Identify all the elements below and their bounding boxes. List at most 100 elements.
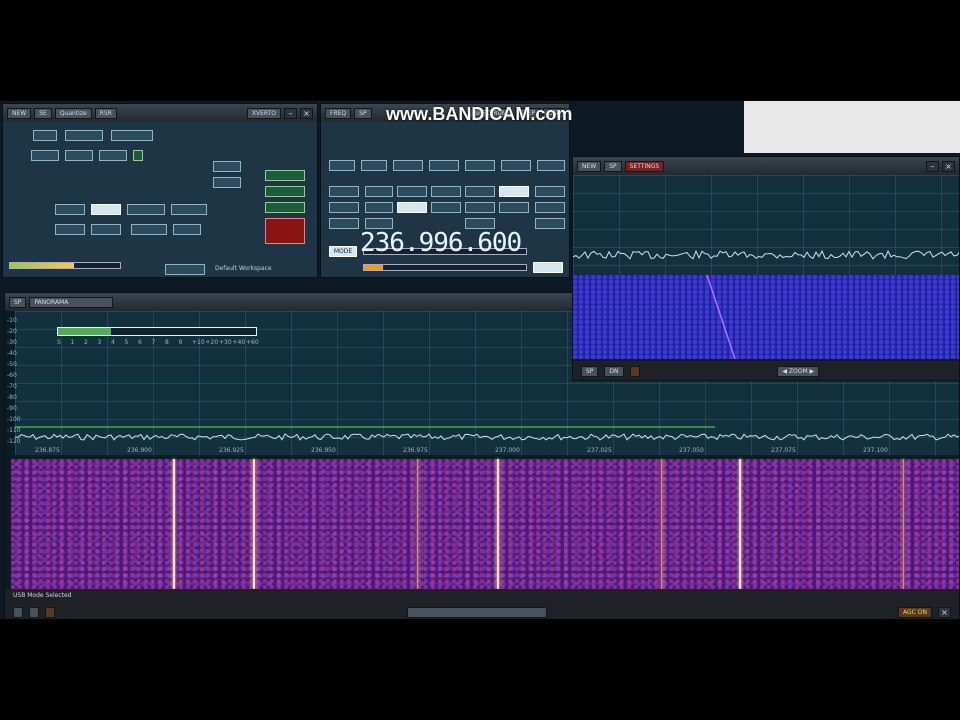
s-meter-tick: 6 (138, 339, 142, 346)
dn-button[interactable]: DN (604, 366, 624, 377)
control-button[interactable] (397, 202, 427, 213)
control-button[interactable] (465, 160, 495, 171)
control-button[interactable] (361, 160, 387, 171)
frequency-tick-label: 236.875 (35, 447, 60, 454)
control-button[interactable] (431, 202, 461, 213)
control-button[interactable] (99, 150, 127, 161)
new-button[interactable]: NEW (7, 107, 32, 119)
db-tick-label: -60 (7, 372, 17, 379)
frequency-tick-label: 237.100 (863, 447, 888, 454)
control-button[interactable] (533, 262, 563, 273)
toolbar-button[interactable] (13, 606, 23, 618)
toolbar-button[interactable] (45, 606, 55, 618)
mode-button[interactable]: MODE (329, 246, 357, 257)
toolbar-button[interactable] (629, 366, 640, 377)
status-text: USB Mode Selected (13, 592, 72, 599)
frequency-tick-label: 237.025 (587, 447, 612, 454)
control-button[interactable] (131, 224, 167, 235)
workspace-label: Default Workspace (215, 265, 272, 272)
record-button[interactable] (265, 218, 305, 244)
db-tick-label: -120 (7, 438, 21, 445)
control-button[interactable] (501, 160, 531, 171)
minimize-icon[interactable]: – (284, 107, 297, 119)
control-button[interactable] (465, 186, 495, 197)
checkbox[interactable] (133, 150, 143, 161)
se-button[interactable]: SE (34, 107, 52, 119)
db-tick-label: -100 (7, 416, 21, 423)
close-icon[interactable]: × (938, 606, 951, 618)
control-button[interactable] (329, 218, 359, 229)
rsr-button[interactable]: RSR (94, 107, 117, 119)
new-button[interactable]: NEW (577, 160, 602, 172)
frequency-tick-label: 236.900 (127, 447, 152, 454)
secondary-waterfall[interactable] (573, 275, 959, 359)
signal-carrier (253, 459, 255, 589)
agc-button[interactable]: AGC ON (898, 606, 932, 618)
control-button[interactable] (91, 204, 121, 215)
control-button[interactable] (213, 161, 241, 172)
s-meter-tick: +20 (205, 339, 219, 346)
control-button[interactable] (465, 202, 495, 213)
s-meter-tick: +10 (192, 339, 205, 346)
freq-button[interactable]: FREQ (325, 107, 352, 119)
control-button[interactable] (365, 202, 393, 213)
s-meter-tick: +30 (219, 339, 232, 346)
db-tick-label: -110 (7, 427, 21, 434)
control-button[interactable] (499, 202, 529, 213)
control-button[interactable] (91, 224, 121, 235)
control-button[interactable] (65, 130, 103, 141)
control-button[interactable] (431, 186, 461, 197)
toolbar-button[interactable] (29, 606, 39, 618)
control-button[interactable] (537, 160, 565, 171)
control-button[interactable] (329, 202, 359, 213)
close-icon[interactable]: × (300, 107, 313, 119)
control-button[interactable] (499, 186, 529, 197)
sp-button[interactable]: SP (354, 107, 372, 119)
frequency-tick-label: 237.000 (495, 447, 520, 454)
control-button[interactable] (329, 186, 359, 197)
control-button[interactable] (365, 186, 393, 197)
control-button[interactable] (329, 160, 355, 171)
volume-slider[interactable] (363, 264, 527, 271)
close-icon[interactable]: × (942, 160, 955, 172)
control-button[interactable] (65, 150, 93, 161)
secondary-titlebar: NEW SP SETTINGS – × (573, 157, 959, 175)
control-button[interactable] (127, 204, 165, 215)
sp-button[interactable]: SP (581, 366, 599, 377)
sp-button[interactable]: SP (9, 296, 27, 308)
control-button[interactable] (393, 160, 423, 171)
db-tick-label: -20 (7, 328, 17, 335)
zoom-control[interactable]: ◀ ZOOM ▶ (777, 366, 820, 377)
control-button[interactable] (535, 218, 565, 229)
control-button[interactable] (265, 186, 305, 197)
control-button[interactable] (265, 170, 305, 181)
control-button[interactable] (429, 160, 459, 171)
control-button[interactable] (55, 204, 85, 215)
control-button[interactable] (173, 224, 201, 235)
control-button[interactable] (213, 177, 241, 188)
control-button[interactable] (165, 264, 205, 275)
background-window (744, 101, 960, 153)
control-button[interactable] (171, 204, 207, 215)
control-button[interactable] (535, 202, 565, 213)
s-meter-tick: 7 (151, 339, 156, 346)
minimize-icon[interactable]: – (926, 160, 939, 172)
control-button[interactable] (397, 186, 427, 197)
frequency-display[interactable]: 236.996.600 (360, 230, 570, 256)
control-button[interactable] (31, 150, 59, 161)
sp-button[interactable]: SP (604, 160, 622, 172)
control-button[interactable] (55, 224, 85, 235)
main-waterfall[interactable] (11, 459, 959, 589)
secondary-spectrum-plot[interactable] (573, 175, 959, 275)
control-button[interactable] (111, 130, 153, 141)
control-button[interactable] (535, 186, 565, 197)
db-tick-label: -80 (7, 394, 17, 401)
quantize-button[interactable]: Quantize (54, 107, 92, 119)
db-tick-label: -10 (7, 317, 17, 324)
control-button[interactable] (33, 130, 57, 141)
signal-carrier (903, 459, 904, 589)
control-button[interactable] (265, 202, 305, 213)
settings-button[interactable]: SETTINGS (624, 160, 665, 172)
xverto-button[interactable]: XVERTO (246, 107, 281, 119)
zoom-control[interactable] (406, 606, 547, 618)
